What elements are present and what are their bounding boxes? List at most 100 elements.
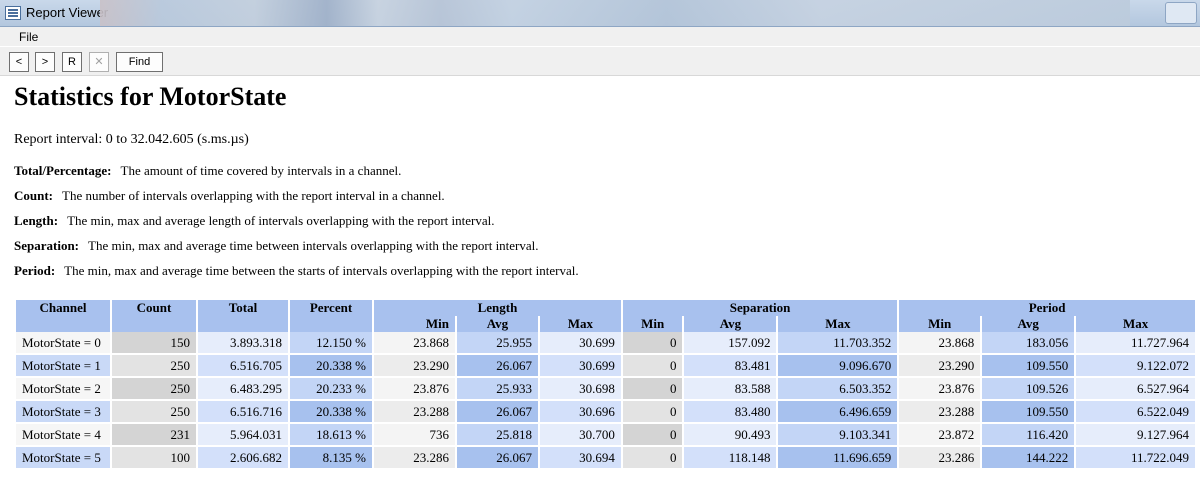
header-length: Length xyxy=(374,300,621,316)
cell-length-max: 30.700 xyxy=(539,424,621,447)
subheader-period-max: Max xyxy=(1076,316,1195,332)
cell-separation-max: 9.096.670 xyxy=(778,355,898,378)
cell-period-avg: 109.526 xyxy=(982,378,1075,401)
subheader-separation-avg: Avg xyxy=(684,316,777,332)
subheader-empty xyxy=(16,316,110,332)
definition-total: Total/Percentage: The amount of time cov… xyxy=(14,163,401,179)
header-channel: Channel xyxy=(16,300,110,316)
cell-period-min: 23.872 xyxy=(899,424,981,447)
header-percent: Percent xyxy=(290,300,372,316)
subheader-period-avg: Avg xyxy=(982,316,1075,332)
subheader-empty xyxy=(198,316,288,332)
definition-term: Count: xyxy=(14,188,54,203)
cell-separation-max: 6.503.352 xyxy=(778,378,898,401)
cell-percent: 18.613 % xyxy=(290,424,372,447)
cell-length-min: 736 xyxy=(374,424,455,447)
subheader-period-min: Min xyxy=(899,316,981,332)
cell-percent: 12.150 % xyxy=(290,332,372,355)
subheader-empty xyxy=(112,316,196,332)
definition-term: Total/Percentage: xyxy=(14,163,112,178)
cell-period-avg: 109.550 xyxy=(982,355,1075,378)
definition-term: Length: xyxy=(14,213,59,228)
table-row: MotorState = 4 231 5.964.031 18.613 % 73… xyxy=(16,424,1195,447)
subheader-length-max: Max xyxy=(539,316,621,332)
forward-button[interactable]: > xyxy=(35,52,55,72)
definition-separation: Separation: The min, max and average tim… xyxy=(14,238,539,254)
cell-period-max: 11.727.964 xyxy=(1076,332,1195,355)
cell-count: 250 xyxy=(112,378,196,401)
table-row: MotorState = 3 250 6.516.716 20.338 % 23… xyxy=(16,401,1195,424)
cell-length-min: 23.290 xyxy=(374,355,455,378)
back-button[interactable]: < xyxy=(9,52,29,72)
cell-percent: 8.135 % xyxy=(290,447,372,470)
cell-separation-avg: 90.493 xyxy=(684,424,777,447)
stop-button[interactable]: ✕ xyxy=(89,52,109,72)
definition-count: Count: The number of intervals overlappi… xyxy=(14,188,445,204)
cell-length-min: 23.876 xyxy=(374,378,455,401)
table-row: MotorState = 0 150 3.893.318 12.150 % 23… xyxy=(16,332,1195,355)
cell-period-avg: 144.222 xyxy=(982,447,1075,470)
statistics-table: Channel Count Total Percent Length Separ… xyxy=(14,300,1197,470)
cell-period-avg: 109.550 xyxy=(982,401,1075,424)
definition-text: The min, max and average length of inter… xyxy=(67,213,495,228)
table-row: MotorState = 5 100 2.606.682 8.135 % 23.… xyxy=(16,447,1195,470)
cell-period-max: 6.527.964 xyxy=(1076,378,1195,401)
cell-percent: 20.338 % xyxy=(290,401,372,424)
header-separation: Separation xyxy=(622,300,898,316)
title-bar: Report Viewer xyxy=(0,0,1200,27)
cell-period-max: 6.522.049 xyxy=(1076,401,1195,424)
definition-text: The amount of time covered by intervals … xyxy=(120,163,402,178)
cell-separation-min: 0 xyxy=(622,401,683,424)
cell-period-avg: 183.056 xyxy=(982,332,1075,355)
definition-length: Length: The min, max and average length … xyxy=(14,213,495,229)
subheader-separation-min: Min xyxy=(622,316,683,332)
cell-channel: MotorState = 3 xyxy=(16,401,110,424)
toolbar: < > R ✕ Find xyxy=(0,47,1200,76)
cell-length-min: 23.286 xyxy=(374,447,455,470)
cell-total: 6.483.295 xyxy=(198,378,288,401)
cell-channel: MotorState = 0 xyxy=(16,332,110,355)
definition-term: Separation: xyxy=(14,238,79,253)
window-title: Report Viewer xyxy=(26,5,109,20)
cell-period-max: 11.722.049 xyxy=(1076,447,1195,470)
cell-separation-min: 0 xyxy=(622,332,683,355)
cell-total: 5.964.031 xyxy=(198,424,288,447)
subheader-separation-max: Max xyxy=(778,316,898,332)
cell-period-max: 9.127.964 xyxy=(1076,424,1195,447)
cell-separation-min: 0 xyxy=(622,378,683,401)
menu-file[interactable]: File xyxy=(19,30,38,44)
cell-count: 250 xyxy=(112,401,196,424)
cell-length-max: 30.694 xyxy=(539,447,621,470)
subheader-length-min: Min xyxy=(374,316,455,332)
cell-length-max: 30.698 xyxy=(539,378,621,401)
find-button[interactable]: Find xyxy=(116,52,163,72)
cell-separation-max: 11.696.659 xyxy=(778,447,898,470)
cell-length-avg: 25.933 xyxy=(456,378,538,401)
app-icon xyxy=(5,6,21,20)
cell-period-min: 23.288 xyxy=(899,401,981,424)
definition-text: The min, max and average time between th… xyxy=(64,263,579,278)
header-total: Total xyxy=(198,300,288,316)
cell-length-avg: 25.955 xyxy=(456,332,538,355)
cell-separation-max: 11.703.352 xyxy=(778,332,898,355)
refresh-button[interactable]: R xyxy=(62,52,82,72)
cell-separation-max: 9.103.341 xyxy=(778,424,898,447)
cell-length-avg: 25.818 xyxy=(456,424,538,447)
report-interval: Report interval: 0 to 32.042.605 (s.ms.µ… xyxy=(14,132,249,147)
table-row: MotorState = 2 250 6.483.295 20.233 % 23… xyxy=(16,378,1195,401)
cell-count: 150 xyxy=(112,332,196,355)
definition-text: The min, max and average time between in… xyxy=(88,238,539,253)
cell-separation-avg: 118.148 xyxy=(684,447,777,470)
cell-total: 2.606.682 xyxy=(198,447,288,470)
cell-separation-min: 0 xyxy=(622,447,683,470)
subheader-empty xyxy=(290,316,372,332)
menu-bar: File xyxy=(0,27,1200,46)
page-title: Statistics for MotorState xyxy=(14,82,287,111)
definition-period: Period: The min, max and average time be… xyxy=(14,263,579,279)
cell-length-avg: 26.067 xyxy=(456,401,538,424)
cell-length-avg: 26.067 xyxy=(456,355,538,378)
cell-length-avg: 26.067 xyxy=(456,447,538,470)
cell-separation-avg: 83.480 xyxy=(684,401,777,424)
cell-period-avg: 116.420 xyxy=(982,424,1075,447)
window-control-button[interactable] xyxy=(1165,2,1197,24)
